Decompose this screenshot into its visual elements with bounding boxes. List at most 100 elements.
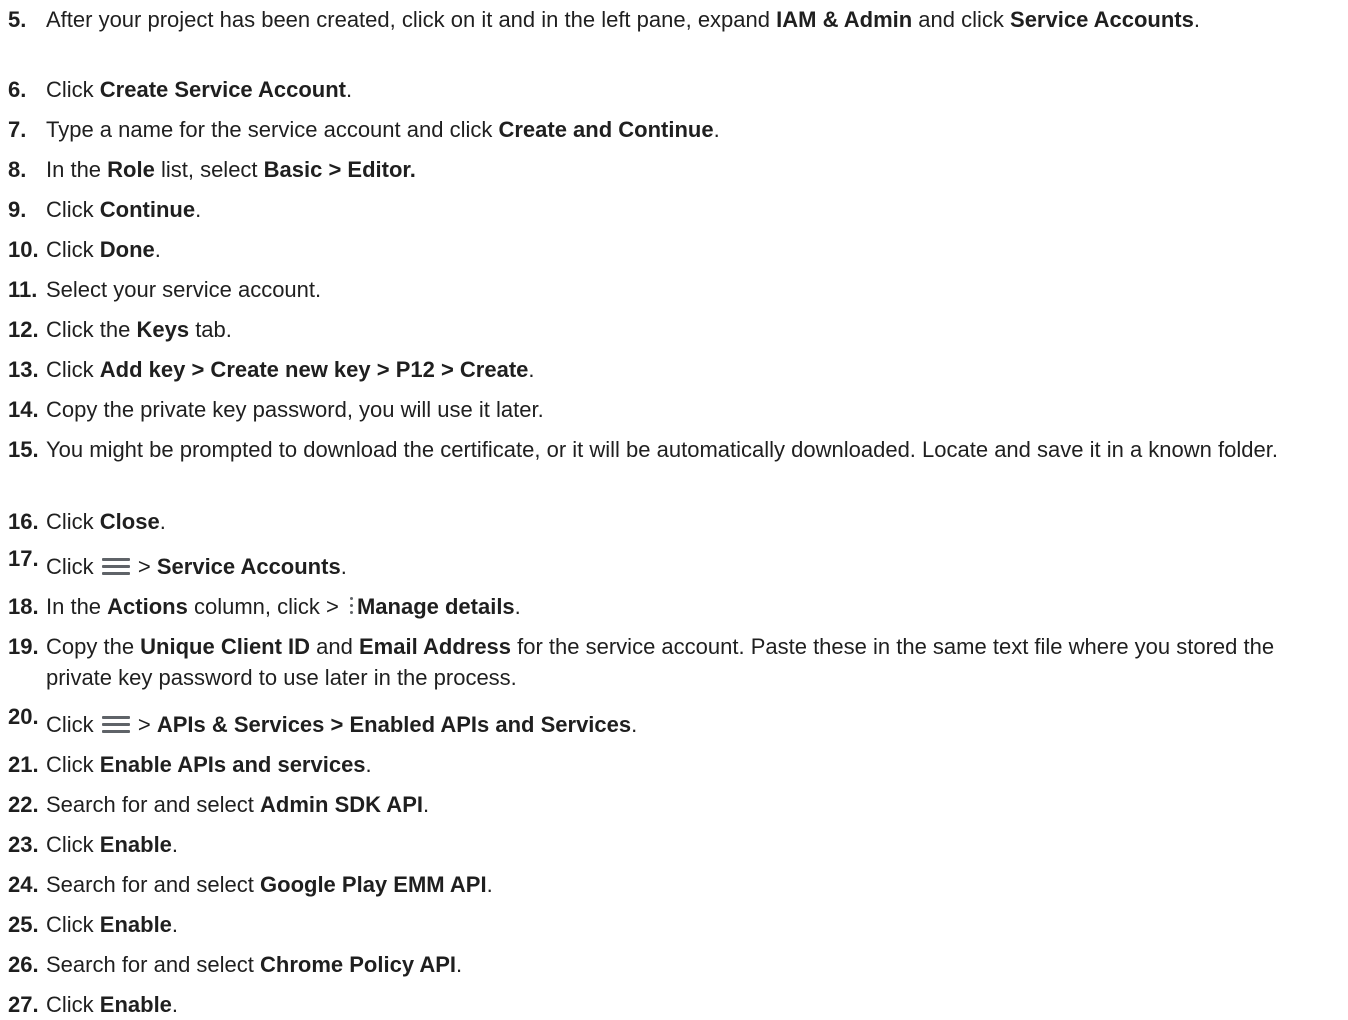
step-text: Type a name for the service account and …	[8, 114, 1340, 145]
step-number: 22.	[8, 792, 39, 817]
step-emphasis: Enable	[99, 992, 172, 1017]
step-text: Click Enable.	[8, 829, 1340, 860]
step-emphasis: Done	[99, 237, 155, 262]
step-text: Select your service account.	[8, 274, 1340, 305]
step-text-run: .	[486, 872, 493, 897]
step-emphasis: Role	[107, 157, 155, 182]
step-text-run: .	[528, 357, 535, 382]
step-text: Search for and select Chrome Policy API.	[8, 949, 1340, 980]
step-number: 14.	[8, 397, 39, 422]
step-text-run: .	[340, 554, 347, 579]
step-text: After your project has been created, cli…	[8, 4, 1340, 35]
step-text: In the Actions column, click > Manage de…	[8, 591, 1340, 622]
step-emphasis: Enable APIs and services	[99, 752, 366, 777]
step-emphasis: Create and Continue	[498, 117, 714, 142]
step-text-run: Click	[46, 712, 100, 737]
step-text-run: After your project has been created, cli…	[46, 7, 777, 32]
step-text-run: list, select	[154, 157, 264, 182]
step-number: 5.	[8, 7, 27, 32]
step-number: 23.	[8, 832, 39, 857]
step-item: 26. Search for and select Chrome Policy A…	[8, 949, 1340, 980]
step-text-run: Search for and select	[46, 952, 261, 977]
step-item: 21. Click Enable APIs and services.	[8, 749, 1340, 780]
step-text-run: .	[154, 237, 161, 262]
step-text-run: Click	[46, 992, 100, 1017]
step-number: 24.	[8, 872, 39, 897]
step-text-run: Click	[46, 509, 100, 534]
step-number: 9.	[8, 197, 27, 222]
step-emphasis: Unique Client ID	[140, 634, 311, 659]
step-text-run: tab.	[189, 317, 232, 342]
step-number: 16.	[8, 509, 39, 534]
step-emphasis: Chrome Policy API	[260, 952, 457, 977]
step-number: 10.	[8, 237, 39, 262]
step-emphasis: Add key > Create new key > P12 > Create	[99, 357, 529, 382]
step-item: 15. You might be prompted to download the…	[8, 434, 1340, 465]
step-number: 13.	[8, 357, 39, 382]
step-item: 19. Copy the Unique Client ID and Email A…	[8, 631, 1340, 693]
step-number: 15.	[8, 437, 39, 462]
step-text-run: Click	[46, 832, 100, 857]
step-item: 16. Click Close.	[8, 506, 1340, 537]
step-item: 25. Click Enable.	[8, 909, 1340, 940]
step-text: In the Role list, select Basic > Editor.	[8, 154, 1340, 185]
step-text-run: You might be prompted to download the ce…	[46, 437, 1278, 462]
step-text-run: Click	[46, 197, 100, 222]
step-text: Click > APIs & Services > Enabled APIs a…	[8, 709, 1340, 740]
step-emphasis: Email Address	[359, 634, 512, 659]
step-number: 19.	[8, 634, 39, 659]
step-text: Click Add key > Create new key > P12 > C…	[8, 354, 1340, 385]
step-text: Click > Service Accounts.	[8, 551, 1340, 582]
step-text-run: .	[456, 952, 463, 977]
step-text-run: .	[345, 77, 353, 102]
step-text-run: >	[131, 554, 157, 579]
more-vert-icon	[349, 597, 355, 617]
step-number: 12.	[8, 317, 39, 342]
step-emphasis: Continue	[99, 197, 196, 222]
step-text-run: Search for and select	[46, 792, 261, 817]
step-text-run: .	[195, 197, 202, 222]
step-emphasis: Basic > Editor.	[263, 157, 416, 182]
step-text-run: Click	[46, 237, 100, 262]
step-text-run: .	[423, 792, 430, 817]
step-text: Click Continue.	[8, 194, 1340, 225]
step-text-run: In the	[46, 594, 108, 619]
step-emphasis: Enable	[99, 832, 172, 857]
step-emphasis: Create Service Account	[99, 77, 346, 102]
step-text-run: .	[171, 912, 179, 937]
step-text-run: Search for and select	[46, 872, 261, 897]
step-text-run: Type a name for the service account and …	[46, 117, 499, 142]
step-item: 20. Click > APIs & Services > Enabled API…	[8, 704, 1340, 740]
step-emphasis: APIs & Services > Enabled APIs and Servi…	[156, 712, 632, 737]
step-emphasis: Actions	[107, 594, 188, 619]
step-emphasis: Google Play EMM API	[260, 872, 487, 897]
step-text-run: .	[171, 992, 179, 1017]
step-number: 7.	[8, 117, 27, 142]
step-item: 11. Select your service account.	[8, 274, 1340, 305]
step-item: 17. Click > Service Accounts.	[8, 546, 1340, 582]
step-text-run: Click the	[46, 317, 137, 342]
step-item: 8. In the Role list, select Basic > Edito…	[8, 154, 1340, 185]
step-text-run: and click	[912, 7, 1011, 32]
step-text-run: Click	[46, 357, 100, 382]
step-item: 6. Click Create Service Account.	[8, 74, 1340, 105]
step-text-run: .	[514, 594, 521, 619]
step-text-run: .	[171, 832, 179, 857]
step-text-run: .	[1193, 7, 1200, 32]
menu-icon	[101, 716, 130, 734]
step-item: 18. In the Actions column, click > Manage…	[8, 591, 1340, 622]
step-item: 23. Click Enable.	[8, 829, 1340, 860]
step-emphasis: Keys	[136, 317, 190, 342]
step-item: 9. Click Continue.	[8, 194, 1340, 225]
step-text-run: .	[365, 752, 372, 777]
step-emphasis: Service Accounts	[1010, 7, 1194, 32]
step-number: 21.	[8, 752, 39, 777]
step-text-run: column, click >	[187, 594, 345, 619]
menu-icon	[101, 558, 130, 576]
step-number: 17.	[8, 546, 39, 571]
step-item: 22. Search for and select Admin SDK API.	[8, 789, 1340, 820]
step-text: Copy the Unique Client ID and Email Addr…	[8, 631, 1340, 693]
step-item: 24. Search for and select Google Play EMM…	[8, 869, 1340, 900]
step-item: 14. Copy the private key password, you wi…	[8, 394, 1340, 425]
step-item: 10. Click Done.	[8, 234, 1340, 265]
